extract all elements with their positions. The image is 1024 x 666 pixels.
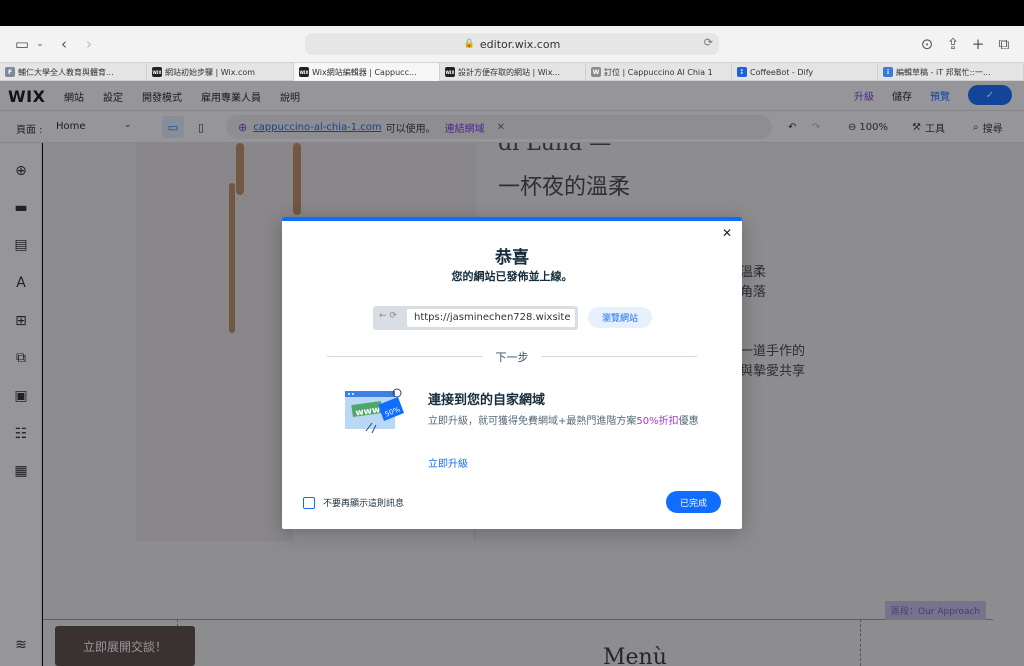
close-icon[interactable]: ✕	[722, 226, 732, 240]
next-step-label: 下一步	[495, 351, 529, 364]
promo-description: 立即升級，就可獲得免費網域+最熱門進階方案50%折扣優惠	[428, 414, 708, 430]
dialog-title: 恭喜	[495, 248, 529, 268]
address-bar[interactable]: 🔒 editor.wix.com ⟳	[305, 33, 719, 55]
browser-tab[interactable]: F 輔仁大學全人教育與體育...	[0, 63, 147, 81]
browser-tab[interactable]: ⁑ CoffeeBot - Dify	[732, 63, 878, 81]
site-url-preview: ← ⟳ https://jasminechen728.wixsite	[373, 306, 578, 330]
tab-title: CoffeeBot - Dify	[750, 67, 814, 77]
promo-title: 連接到您的自家網域	[428, 393, 546, 408]
download-icon[interactable]: ⊙	[918, 26, 936, 62]
publish-success-dialog: ✕ 恭喜 您的網站已發佈並上線。 ← ⟳ https://jasminechen…	[282, 217, 742, 529]
tab-title: 訂位 | Cappuccino Al Chia 1	[604, 67, 713, 77]
reload-icon[interactable]: ⟳	[704, 36, 713, 49]
mini-nav-icon: ← ⟳	[379, 311, 397, 321]
address-url: editor.wix.com	[479, 37, 561, 51]
domain-illustration-icon: www 50%	[345, 388, 404, 434]
share-icon[interactable]: ⇪	[944, 26, 962, 62]
tab-favicon: W	[591, 67, 601, 77]
tab-title: 編輯草稿 - iT 邦幫忙::一...	[896, 67, 991, 77]
chevron-down-icon[interactable]: ⌄	[34, 26, 46, 62]
lock-icon: 🔒	[463, 39, 475, 49]
tab-title: 網站初始步驟 | Wix.com	[165, 67, 256, 77]
tab-title: 設計方便存取的網站 | Wix...	[458, 67, 561, 77]
site-url: https://jasminechen728.wixsite	[407, 309, 575, 327]
upgrade-now-link[interactable]: 立即升級	[428, 455, 468, 470]
browser-tab[interactable]: W 訂位 | Cappuccino Al Chia 1	[586, 63, 732, 81]
back-icon[interactable]: ‹	[56, 26, 72, 62]
sidebar-toggle-icon[interactable]: ▭	[12, 26, 32, 62]
tab-favicon: WIX	[445, 67, 455, 77]
browser-tab[interactable]: WIX Wix網站編輯器 | Cappucc...	[294, 63, 440, 81]
dialog-subtitle: 您的網站已發佈並上線。	[451, 270, 573, 283]
dont-show-label[interactable]: 不要再顯示這則訊息	[323, 496, 404, 509]
tab-favicon: WIX	[299, 67, 309, 77]
dont-show-checkbox[interactable]	[303, 497, 315, 509]
done-button[interactable]: 已完成	[666, 491, 721, 513]
dialog-accent-bar	[282, 217, 742, 221]
system-top-bar	[0, 0, 1024, 26]
tab-favicon: F	[5, 67, 15, 77]
browser-tab[interactable]: WIX 網站初始步驟 | Wix.com	[147, 63, 294, 81]
tab-favicon: WIX	[152, 67, 162, 77]
browser-toolbar: ▭ ⌄ ‹ › 🔒 editor.wix.com ⟳ ⊙ ⇪ + ⧉	[0, 26, 1024, 62]
forward-icon[interactable]: ›	[81, 26, 97, 62]
tab-bar: F 輔仁大學全人教育與體育... WIX 網站初始步驟 | Wix.com WI…	[0, 62, 1024, 81]
promo-highlight: 50%折扣	[636, 416, 679, 427]
tab-title: 輔仁大學全人教育與體育...	[18, 67, 114, 77]
promo-desc-text: 立即升級，就可獲得免費網域+最熱門進階方案	[428, 416, 637, 427]
tab-favicon: i	[883, 67, 893, 77]
tab-overview-icon[interactable]: ⧉	[995, 26, 1013, 62]
browser-tab[interactable]: WIX 設計方便存取的網站 | Wix...	[440, 63, 586, 81]
tab-favicon: ⁑	[737, 67, 747, 77]
browser-tab[interactable]: i 編輯草稿 - iT 邦幫忙::一...	[878, 63, 1024, 81]
view-site-button[interactable]: 瀏覽網站	[588, 307, 652, 328]
new-tab-icon[interactable]: +	[969, 26, 987, 62]
tab-title: Wix網站編輯器 | Cappucc...	[312, 67, 417, 77]
promo-desc-tail: 優惠	[678, 416, 699, 427]
